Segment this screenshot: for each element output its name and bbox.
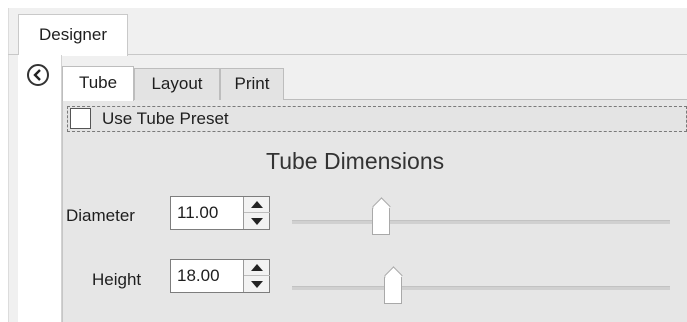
height-label: Height — [92, 270, 142, 289]
use-tube-preset-checkbox[interactable] — [70, 108, 91, 129]
tab-print[interactable]: Print — [220, 68, 284, 100]
height-increment-button[interactable] — [244, 260, 270, 276]
tab-tube[interactable]: Tube — [62, 66, 134, 101]
triangle-up-icon — [251, 264, 263, 271]
diameter-increment-button[interactable] — [244, 197, 270, 213]
diameter-label: Diameter — [66, 206, 135, 225]
diameter-slider-thumb[interactable] — [372, 207, 390, 235]
height-slider-track[interactable] — [292, 286, 670, 290]
use-tube-preset-label[interactable]: Use Tube Preset — [102, 108, 229, 130]
tab-layout[interactable]: Layout — [134, 68, 220, 100]
left-rail — [18, 55, 62, 322]
triangle-down-icon — [251, 280, 263, 288]
tab-designer[interactable]: Designer — [18, 14, 128, 56]
diameter-decrement-button[interactable] — [244, 213, 270, 229]
triangle-down-icon — [251, 217, 263, 225]
diameter-spinner[interactable] — [243, 197, 270, 229]
chevron-left-icon — [33, 69, 41, 81]
height-spinner[interactable] — [243, 260, 270, 292]
height-slider-thumb[interactable] — [384, 276, 402, 304]
diameter-slider-track[interactable] — [292, 220, 670, 224]
triangle-up-icon — [251, 201, 263, 208]
section-title: Tube Dimensions — [266, 148, 445, 174]
collapse-button[interactable] — [27, 64, 49, 86]
height-decrement-button[interactable] — [244, 276, 270, 292]
